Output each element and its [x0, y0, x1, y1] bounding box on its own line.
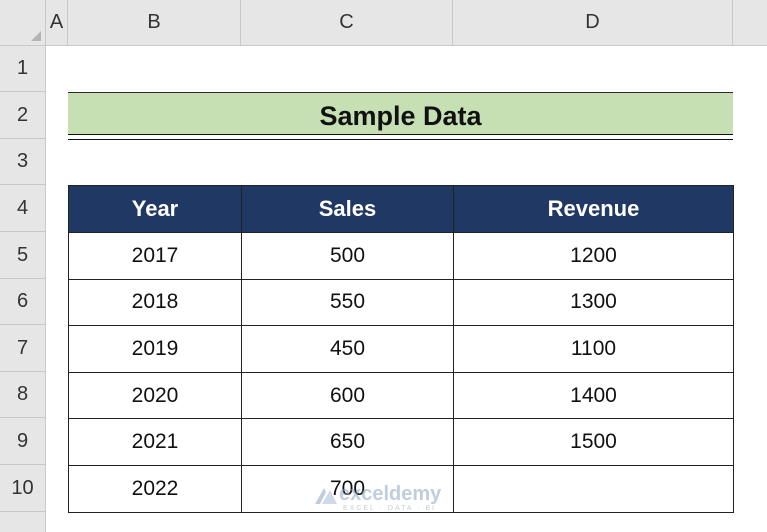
- header-sales[interactable]: Sales: [241, 185, 454, 233]
- table-row: 2017 500 1200: [68, 232, 734, 280]
- row-header-2[interactable]: 2: [0, 92, 46, 139]
- cell-year[interactable]: 2020: [68, 371, 242, 420]
- cell-year[interactable]: 2021: [68, 418, 242, 466]
- cell-sales[interactable]: 500: [241, 232, 454, 280]
- table-row: 2019 450 1100: [68, 325, 734, 373]
- column-header-d[interactable]: D: [453, 0, 733, 46]
- row-header-4[interactable]: 4: [0, 185, 46, 232]
- table-row: 2021 650 1500: [68, 418, 734, 466]
- title-text: Sample Data: [319, 100, 482, 131]
- title-cell[interactable]: Sample Data: [68, 92, 733, 140]
- row-header-10[interactable]: 10: [0, 465, 46, 512]
- cell-year[interactable]: 2017: [68, 232, 242, 280]
- row-header-11[interactable]: [0, 512, 46, 532]
- cell-sales[interactable]: 450: [241, 325, 454, 373]
- header-revenue[interactable]: Revenue: [453, 185, 734, 233]
- cell-revenue[interactable]: [453, 464, 734, 513]
- row-header-5[interactable]: 5: [0, 232, 46, 279]
- row-header-8[interactable]: 8: [0, 372, 46, 418]
- cell-revenue[interactable]: 1500: [453, 418, 734, 466]
- cell-revenue[interactable]: 1200: [453, 232, 734, 280]
- cell-year[interactable]: 2022: [68, 464, 242, 513]
- column-header-e[interactable]: [733, 0, 767, 46]
- row-header-1[interactable]: 1: [0, 46, 46, 92]
- cell-year[interactable]: 2019: [68, 325, 242, 373]
- table-row: 2022 700: [68, 464, 734, 513]
- column-header-b[interactable]: B: [68, 0, 241, 46]
- cell-sales[interactable]: 600: [241, 371, 454, 420]
- column-header-a[interactable]: A: [46, 0, 68, 46]
- row-header-7[interactable]: 7: [0, 325, 46, 372]
- data-table: Year Sales Revenue 2017 500 1200 2018 55…: [68, 185, 734, 513]
- cell-revenue[interactable]: 1100: [453, 325, 734, 373]
- cell-revenue[interactable]: 1300: [453, 278, 734, 327]
- header-year[interactable]: Year: [68, 185, 242, 233]
- cell-sales[interactable]: 550: [241, 278, 454, 327]
- row-header-6[interactable]: 6: [0, 279, 46, 325]
- select-all-corner[interactable]: [0, 0, 46, 46]
- cell-sales[interactable]: 700: [241, 464, 454, 513]
- table-header-row: Year Sales Revenue: [68, 185, 734, 233]
- column-header-c[interactable]: C: [241, 0, 453, 46]
- cell-year[interactable]: 2018: [68, 278, 242, 327]
- table-row: 2018 550 1300: [68, 278, 734, 327]
- cell-revenue[interactable]: 1400: [453, 371, 734, 420]
- cell-sales[interactable]: 650: [241, 418, 454, 466]
- row-header-3[interactable]: 3: [0, 139, 46, 185]
- table-row: 2020 600 1400: [68, 371, 734, 420]
- row-header-9[interactable]: 9: [0, 418, 46, 465]
- select-all-triangle-icon: [31, 31, 41, 41]
